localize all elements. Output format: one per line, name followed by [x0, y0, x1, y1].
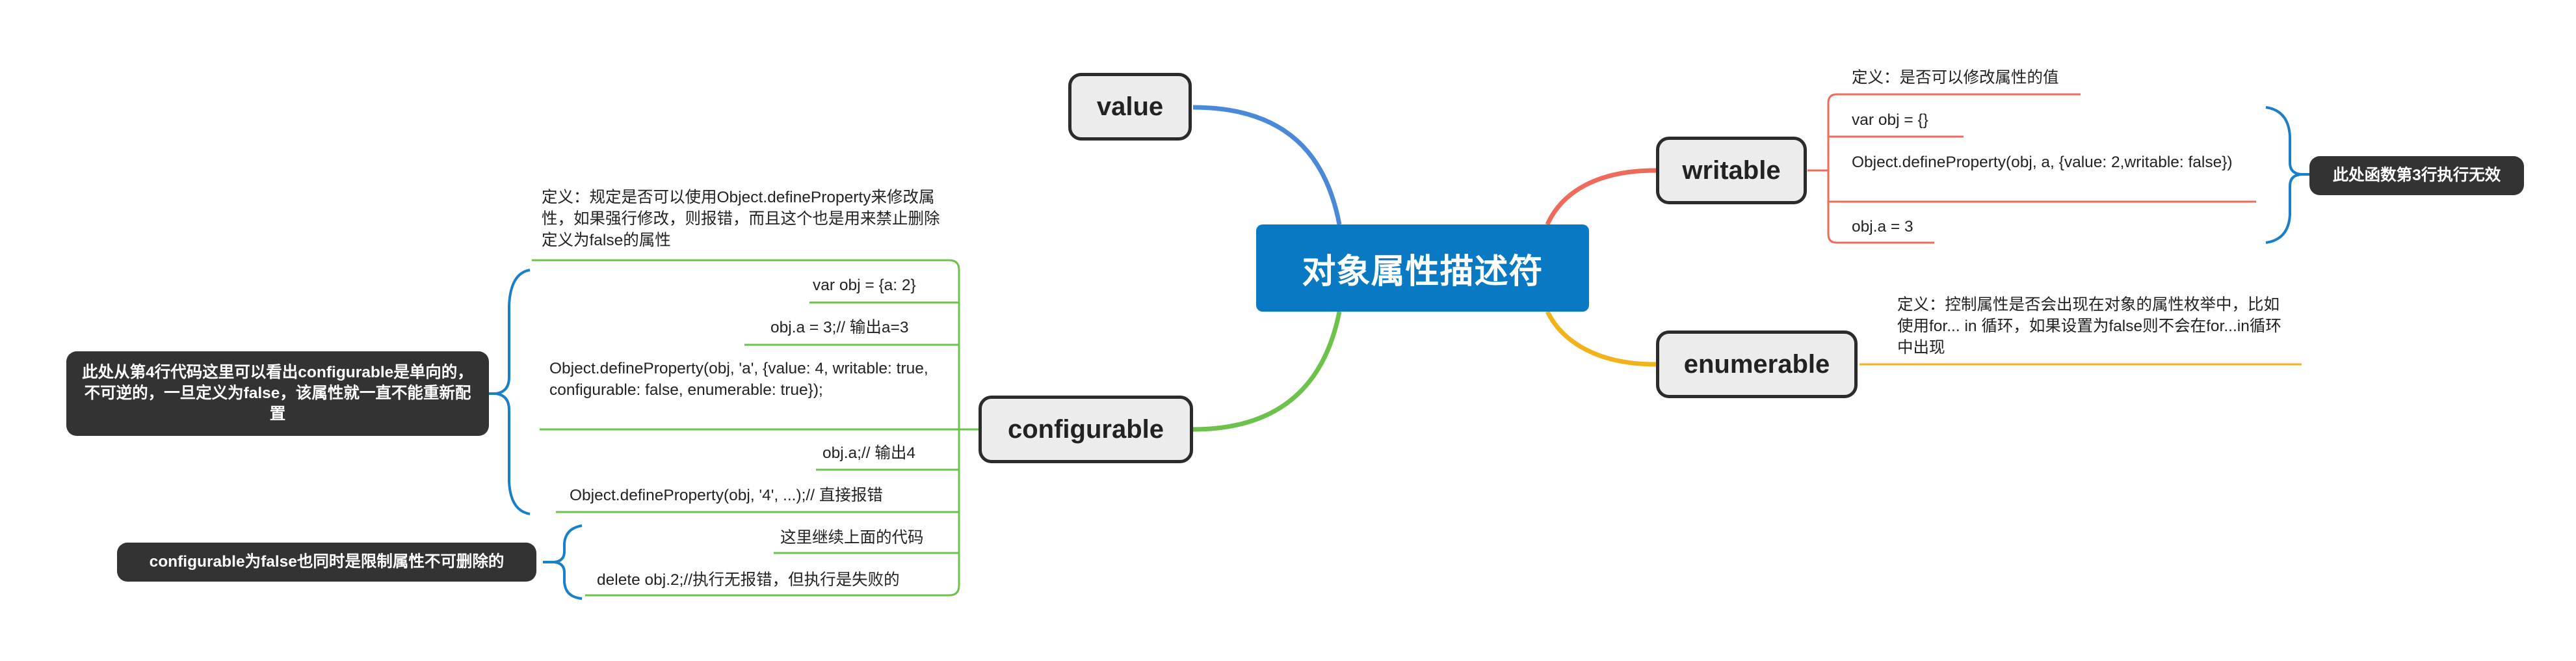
- writable-item-2: Object.defineProperty(obj, a, {value: 2,…: [1852, 154, 2233, 171]
- configurable-definition: 定义：规定是否可以使用Object.defineProperty来修改属性，如果…: [542, 189, 940, 249]
- topic-configurable[interactable]: configurable: [979, 396, 1193, 463]
- topic-enumerable[interactable]: enumerable: [1656, 330, 1858, 398]
- root-topic[interactable]: 对象属性描述符: [1256, 224, 1589, 312]
- configurable-note-2: configurable为false也同时是限制属性不可删除的: [117, 543, 536, 582]
- configurable-bracket: [495, 269, 531, 515]
- writable-item-1: var obj = {}: [1852, 111, 1928, 129]
- configurable-item-1: var obj = {a: 2}: [813, 277, 916, 294]
- configurable-note-1: 此处从第4行代码这里可以看出configurable是单向的，不可逆的，一旦定义…: [66, 351, 489, 436]
- configurable-item-6: 这里继续上面的代码: [780, 529, 924, 546]
- delete-bracket: [554, 524, 583, 600]
- enumerable-definition: 定义：控制属性是否会出现在对象的属性枚举中，比如使用for... in 循环，如…: [1897, 296, 2281, 357]
- topic-value[interactable]: value: [1068, 73, 1192, 141]
- configurable-item-7: delete obj.2;//执行无报错，但执行是失败的: [597, 571, 900, 589]
- topic-writable[interactable]: writable: [1656, 137, 1807, 204]
- link-enumerable: [1545, 310, 1657, 367]
- writable-item-3: obj.a = 3: [1852, 218, 1913, 236]
- link-value: [1192, 105, 1342, 225]
- link-writable: [1545, 168, 1657, 226]
- link-configurable: [1192, 311, 1342, 432]
- writable-note: 此处函数第3行执行无效: [2309, 156, 2524, 195]
- configurable-item-5: Object.defineProperty(obj, '4', ...);// …: [570, 487, 883, 504]
- configurable-item-4: obj.a;// 输出4: [822, 444, 915, 462]
- writable-bracket: [2265, 106, 2304, 244]
- configurable-item-3: Object.defineProperty(obj, 'a', {value: …: [549, 360, 928, 399]
- configurable-item-2: obj.a = 3;// 输出a=3: [770, 319, 909, 336]
- writable-definition: 定义：是否可以修改属性的值: [1852, 69, 2059, 87]
